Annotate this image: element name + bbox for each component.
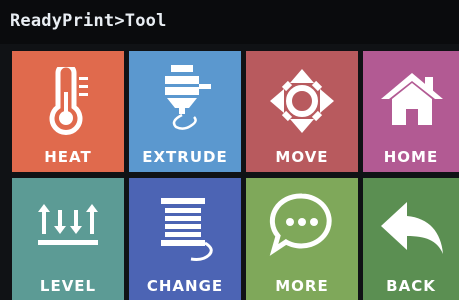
extrude-label: EXTRUDE (142, 148, 228, 166)
house-icon (379, 69, 445, 129)
page-title: ReadyPrint>Tool (10, 11, 167, 31)
more-button[interactable]: MORE (246, 178, 358, 300)
back-label: BACK (386, 277, 436, 295)
touch-screen: ReadyPrint>Tool HEAT EXTRUDE MOVE HOME L… (0, 0, 459, 300)
home-button[interactable]: HOME (363, 51, 459, 172)
level-label: LEVEL (39, 277, 97, 295)
level-arrows-icon (38, 202, 98, 248)
title-bar: ReadyPrint>Tool (0, 0, 459, 44)
level-button[interactable]: LEVEL (12, 178, 124, 300)
change-button[interactable]: CHANGE (129, 178, 241, 300)
extruder-icon (157, 63, 215, 135)
home-label: HOME (383, 148, 439, 166)
filament-spool-icon (157, 196, 215, 262)
heat-label: HEAT (44, 148, 92, 166)
move-button[interactable]: MOVE (246, 51, 358, 172)
back-button[interactable]: BACK (363, 178, 459, 300)
move-label: MOVE (275, 148, 329, 166)
back-arrow-icon (379, 200, 445, 256)
move-arrows-icon (268, 67, 336, 135)
chat-bubble-icon (268, 192, 336, 258)
change-label: CHANGE (146, 277, 224, 295)
thermometer-icon (46, 67, 92, 137)
more-label: MORE (275, 277, 329, 295)
heat-button[interactable]: HEAT (12, 51, 124, 172)
extrude-button[interactable]: EXTRUDE (129, 51, 241, 172)
